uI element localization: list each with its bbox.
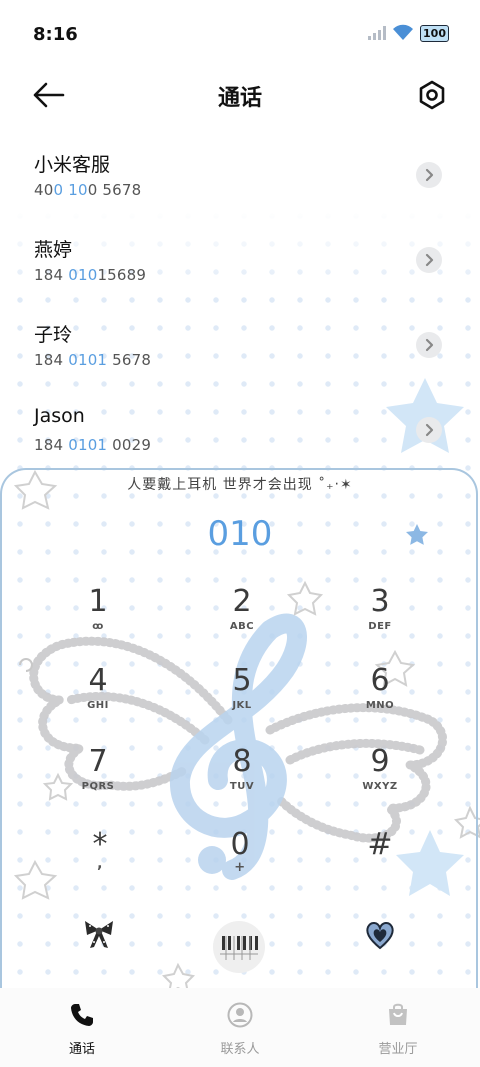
- bag-icon: [389, 1003, 407, 1025]
- heart-icon[interactable]: [364, 920, 396, 950]
- dial-key-5[interactable]: 5 JKL: [192, 664, 292, 734]
- dial-key-6[interactable]: 6 MNO: [330, 664, 430, 734]
- voicemail-icon: ꝏ: [92, 621, 104, 632]
- dial-key-2[interactable]: 2 ABC: [192, 585, 292, 655]
- cellular-signal-icon: [368, 26, 386, 40]
- contact-name: Jason: [34, 405, 85, 427]
- wifi-icon: [393, 24, 413, 40]
- contact-number: 184 0101 5678: [34, 351, 152, 369]
- dial-key-7[interactable]: 7 PQRS: [48, 745, 148, 815]
- contact-name: 小米客服: [34, 154, 111, 176]
- bottom-tab-bar: 通话 联系人 营业厅: [0, 988, 480, 1067]
- dial-key-3[interactable]: 3 DEF: [330, 585, 430, 655]
- favorite-star-icon[interactable]: [404, 522, 430, 548]
- contact-details-button[interactable]: [416, 417, 442, 443]
- dial-key-0[interactable]: 0 +: [190, 828, 290, 898]
- battery-indicator: 100: [420, 25, 449, 42]
- chevron-right-icon: [425, 338, 434, 352]
- clock-time: 8:16: [33, 24, 78, 45]
- contact-number: 184 01015689: [34, 266, 147, 284]
- phone-icon: [71, 1004, 93, 1026]
- chevron-right-icon: [425, 168, 434, 182]
- contact-row[interactable]: 小米客服 400 100 5678: [0, 150, 480, 230]
- contact-number: 184 0101 0029: [34, 436, 152, 454]
- tab-label: 通话: [68, 1042, 95, 1057]
- dial-key-star[interactable]: *,: [50, 828, 150, 898]
- tab-label: 营业厅: [378, 1042, 418, 1057]
- contact-row[interactable]: 燕婷 184 01015689: [0, 235, 480, 315]
- page-title: 通话: [217, 86, 262, 111]
- contact-row[interactable]: 子玲 184 0101 5678: [0, 320, 480, 400]
- tab-label: 联系人: [220, 1042, 260, 1057]
- bow-icon[interactable]: [82, 918, 116, 950]
- dial-key-9[interactable]: 9 WXYZ: [330, 745, 430, 815]
- contact-number: 400 100 5678: [34, 181, 142, 199]
- dial-key-8[interactable]: 8 TUV: [192, 745, 292, 815]
- tab-contacts[interactable]: 联系人: [190, 1002, 290, 1057]
- dialpad-motto: 人要戴上耳机 世界才会出现 ˚₊‧✶: [127, 477, 353, 493]
- contact-name: 子玲: [34, 324, 73, 346]
- dial-key-1[interactable]: 1ꝏ: [48, 585, 148, 655]
- dial-key-hash[interactable]: #: [330, 828, 430, 898]
- dial-key-4[interactable]: 4 GHI: [48, 664, 148, 734]
- status-bar: 8:16 100: [0, 0, 480, 70]
- contact-name: 燕婷: [34, 239, 73, 261]
- chevron-right-icon: [425, 423, 434, 437]
- chevron-right-icon: [425, 253, 434, 267]
- tab-service-hall[interactable]: 营业厅: [348, 1002, 448, 1057]
- app-header: 通话: [0, 70, 480, 120]
- call-button-piano-icon[interactable]: [212, 920, 266, 974]
- contact-details-button[interactable]: [416, 247, 442, 273]
- contact-details-button[interactable]: [416, 162, 442, 188]
- settings-hexagon-icon[interactable]: [416, 79, 448, 111]
- tab-calls[interactable]: 通话: [32, 1002, 132, 1057]
- person-icon: [227, 1002, 253, 1028]
- contact-details-button[interactable]: [416, 332, 442, 358]
